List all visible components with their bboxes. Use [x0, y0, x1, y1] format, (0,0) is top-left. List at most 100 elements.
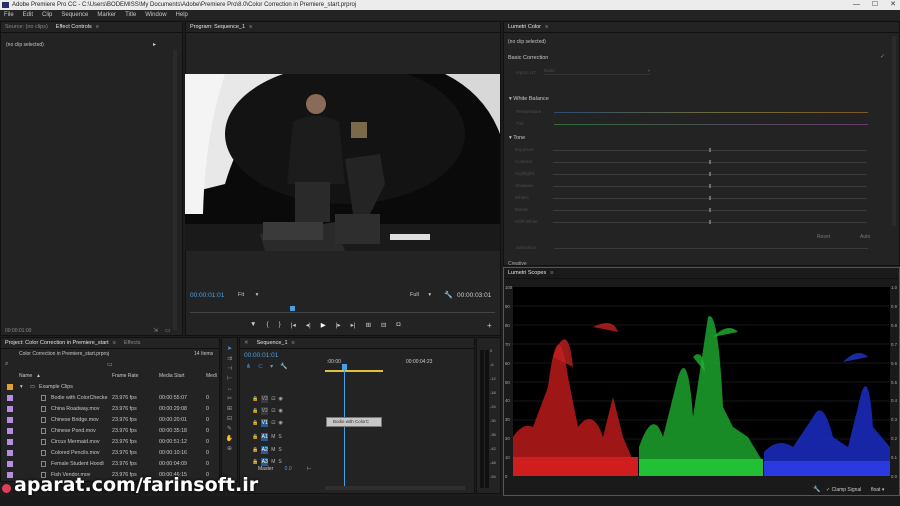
clamp-signal-checkbox[interactable]: ✓ Clamp Signal [826, 487, 861, 493]
play-icon[interactable]: ▶ [321, 321, 326, 329]
add-marker-icon[interactable]: ▼ [250, 321, 256, 329]
sync-lock-icon[interactable]: ⊡ [271, 396, 275, 402]
extract-icon[interactable]: ⊟ [381, 321, 386, 329]
temperature-slider[interactable] [554, 112, 868, 113]
export-icon[interactable]: ▭ [165, 327, 171, 334]
reset-button[interactable]: Reset [817, 234, 830, 240]
track-header[interactable]: 🔒 V1 ⊡ ◉ [252, 418, 283, 429]
track-lock-icon[interactable]: 🔒 [252, 434, 258, 440]
scrollbar[interactable] [173, 50, 177, 330]
project-clip-row[interactable]: Bodie with ColorChecke 23.976 fps 00:00:55… [1, 393, 219, 404]
col-media-start[interactable]: Media Start [159, 373, 185, 379]
menu-file[interactable]: File [4, 10, 14, 20]
ripple-edit-tool-icon[interactable]: ⊣ [226, 365, 234, 374]
linked-selection-icon[interactable]: ⊂ [258, 363, 263, 370]
eye-icon[interactable]: ◉ [278, 396, 282, 402]
input-lut-select[interactable]: None ▾ [544, 68, 650, 75]
program-scrubber[interactable] [190, 305, 495, 313]
track-lock-icon[interactable]: 🔒 [252, 420, 258, 426]
tone-header[interactable]: ▾ Tone [509, 135, 525, 141]
project-clip-row[interactable]: Chinese Pond.mov 23.976 fps 00:00:35:18 0 [1, 426, 219, 437]
tab-program[interactable]: Program: Sequence_1 ≡ [186, 22, 256, 32]
slip-tool-icon[interactable]: ⊞ [226, 405, 234, 414]
search-icon[interactable]: ⌕ [5, 361, 8, 368]
basic-correction-header[interactable]: Basic Correction [508, 55, 548, 61]
menu-marker[interactable]: Marker [97, 10, 116, 20]
sync-lock-icon[interactable]: ⊡ [271, 420, 275, 426]
tab-lumetri-color[interactable]: Lumetri Color ≡ [504, 22, 552, 32]
rate-stretch-tool-icon[interactable]: ↔ [226, 385, 234, 394]
lumetri-scrollbar[interactable] [892, 36, 896, 226]
white-balance-header[interactable]: ▾ White Balance [509, 96, 549, 102]
tab-effect-controls[interactable]: Effect Controls ≡ [52, 22, 103, 32]
eye-icon[interactable]: ◉ [278, 420, 282, 426]
tab-lumetri-scopes[interactable]: Lumetri Scopes ≡ [504, 268, 557, 278]
col-name[interactable]: Name [19, 373, 32, 379]
tab-sequence[interactable]: Sequence_1 ≡ [253, 338, 299, 348]
go-to-in-icon[interactable]: |◂ [291, 321, 296, 329]
project-clip-row[interactable]: Female Student Hoodi 23.976 fps 00:00:04:0… [1, 459, 219, 470]
col-media-end[interactable]: Medi [206, 373, 217, 379]
mark-in-icon[interactable]: { [266, 321, 268, 329]
track-lock-icon[interactable]: 🔒 [252, 459, 258, 465]
close-button[interactable]: ✕ [890, 0, 896, 10]
add-button-icon[interactable]: + [487, 321, 492, 330]
razor-tool-icon[interactable]: ✂ [226, 395, 234, 404]
menu-sequence[interactable]: Sequence [61, 10, 88, 20]
mute-icon[interactable]: M [271, 459, 275, 465]
menu-help[interactable]: Help [176, 10, 188, 20]
project-clip-row[interactable]: China Roadway.mov 23.976 fps 00:00:29:08 0 [1, 404, 219, 415]
add-marker-icon[interactable]: ▾ [270, 363, 273, 370]
track-target-button[interactable]: V3 [261, 394, 269, 403]
basic-correction-check-icon[interactable]: ✓ [880, 53, 885, 60]
clip-block[interactable]: Bodie with ColorC [326, 417, 382, 427]
timeline-hscroll[interactable] [325, 486, 465, 490]
track-lock-icon[interactable]: 🔒 [252, 408, 258, 414]
go-to-out-icon[interactable]: ▸| [351, 321, 356, 329]
eye-icon[interactable]: ◉ [278, 408, 282, 414]
expand-arrow-icon[interactable]: ▸ [153, 41, 156, 48]
fit-dropdown[interactable]: Fit ▾ [238, 292, 258, 298]
step-back-icon[interactable]: ◂| [306, 321, 311, 329]
mute-icon[interactable]: M [271, 447, 275, 453]
zoom-tool-icon[interactable]: ⊕ [226, 445, 234, 454]
sync-lock-icon[interactable]: ⊡ [271, 408, 275, 414]
playhead[interactable] [290, 306, 295, 311]
timeline-settings-icon[interactable]: 🔧 [280, 363, 287, 370]
float-dropdown[interactable]: float ▾ [871, 487, 884, 493]
tone-row-knob[interactable] [709, 172, 711, 176]
master-end-icon[interactable]: ⊢ [307, 466, 311, 472]
rolling-edit-tool-icon[interactable]: ⊢ [226, 375, 234, 384]
sequence-timecode[interactable]: 00:00:01:01 [244, 352, 278, 359]
step-forward-icon[interactable]: |▸ [336, 321, 341, 329]
project-clip-row[interactable]: Colored Pencils.mov 23.976 fps 00:00:10:16… [1, 448, 219, 459]
new-bin-icon[interactable]: ▭ [107, 361, 113, 368]
solo-icon[interactable]: S [278, 447, 281, 453]
tone-row-knob[interactable] [709, 220, 711, 224]
program-timecode[interactable]: 00:00:01:01 [190, 292, 224, 299]
maximize-button[interactable]: ☐ [872, 0, 878, 10]
auto-button[interactable]: Auto [860, 234, 870, 240]
solo-icon[interactable]: S [278, 434, 281, 440]
menu-edit[interactable]: Edit [23, 10, 33, 20]
track-header[interactable]: 🔒 V3 ⊡ ◉ [252, 393, 283, 404]
tone-row-knob[interactable] [709, 160, 711, 164]
quality-dropdown[interactable]: Full ▾ [410, 292, 431, 298]
filter-icon[interactable]: ⇲ [153, 327, 158, 334]
selection-tool-icon[interactable]: ➤ [226, 345, 234, 354]
project-clip-row[interactable]: Circus Mermaid.mov 23.976 fps 00:00:51:12 0 [1, 437, 219, 448]
lumetri-color-menu-icon[interactable]: ≡ [545, 24, 548, 30]
hand-tool-icon[interactable]: ✋ [226, 435, 234, 444]
tone-row-knob[interactable] [709, 208, 711, 212]
settings-wrench-icon[interactable]: 🔧 [444, 291, 453, 299]
track-target-button[interactable]: A1 [261, 433, 269, 442]
tab-source[interactable]: Source: (no clips) [1, 22, 52, 32]
col-frame-rate[interactable]: Frame Rate [112, 373, 138, 379]
work-area-bar[interactable] [325, 370, 383, 372]
saturation-slider[interactable] [554, 248, 868, 249]
timeline-close-icon[interactable]: ✕ [240, 338, 253, 348]
snap-icon[interactable]: ⋔ [246, 363, 251, 370]
scope-wrench-icon[interactable]: 🔧 [813, 486, 820, 493]
tab-project[interactable]: Project: Color Correction in Premiere_st… [1, 338, 120, 348]
track-select-tool-icon[interactable]: ⇉ [226, 355, 234, 364]
